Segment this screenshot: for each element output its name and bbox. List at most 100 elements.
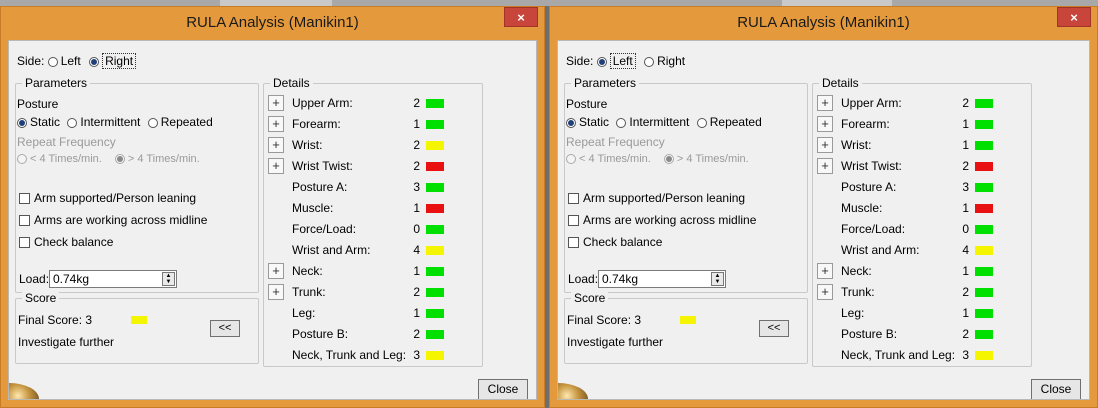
expand-button[interactable]: + [817, 158, 833, 174]
freq-high-label: > 4 Times/min. [676, 153, 749, 165]
checkbox-icon [19, 237, 30, 248]
detail-value: 3 [413, 348, 420, 362]
detail-value: 1 [413, 117, 420, 131]
score-legend: Score [571, 291, 609, 305]
detail-label: Leg: [841, 306, 865, 320]
detail-label: Neck: [841, 264, 872, 278]
arm-supported-checkbox[interactable]: Arm supported/Person leaning [19, 191, 196, 205]
dialog-title: RULA Analysis (Manikin1) [186, 14, 359, 31]
repeat-frequency-options: < 4 Times/min. > 4 Times/min. [566, 153, 749, 165]
parameters-legend: Parameters [22, 76, 91, 90]
close-button[interactable]: Close [1031, 379, 1081, 399]
detail-label: Wrist Twist: [292, 159, 353, 173]
spin-down-icon: ▼ [714, 279, 721, 285]
check-balance-checkbox[interactable]: Check balance [568, 235, 662, 249]
checkbox-icon [568, 237, 579, 248]
side-left-radio[interactable]: Left [47, 54, 81, 68]
freq-high-radio[interactable]: > 4 Times/min. [663, 153, 749, 165]
check-balance-label: Check balance [34, 235, 114, 249]
arms-midline-label: Arms are working across midline [34, 213, 208, 227]
detail-label: Wrist: [292, 138, 323, 152]
collapse-details-button[interactable]: << [759, 320, 789, 337]
score-message: Investigate further [18, 335, 115, 349]
detail-value: 1 [962, 138, 969, 152]
detail-value: 1 [413, 264, 420, 278]
detail-value: 0 [962, 222, 969, 236]
freq-low-radio[interactable]: < 4 Times/min. [17, 153, 102, 165]
static-radio[interactable]: Static [17, 115, 60, 129]
window-close-button[interactable]: × [1057, 7, 1091, 27]
load-spinner[interactable]: ▲ ▼ [162, 272, 175, 286]
final-score-label: Final Score: 3 [18, 313, 93, 327]
intermittent-label: Intermittent [629, 115, 690, 129]
intermittent-radio[interactable]: Intermittent [616, 115, 689, 129]
detail-color-swatch [975, 141, 993, 150]
rula-analysis-dialog: RULA Analysis (Manikin1) × Side: Left Ri… [0, 6, 545, 408]
collapse-details-button[interactable]: << [210, 320, 240, 337]
load-spinner[interactable]: ▲ ▼ [711, 272, 724, 286]
repeat-frequency-label: Repeat Frequency [17, 135, 116, 149]
load-value: 0.74kg [602, 272, 639, 286]
detail-color-swatch [426, 99, 444, 108]
detail-color-swatch [426, 351, 444, 360]
static-label: Static [30, 115, 61, 129]
dialog-title: RULA Analysis (Manikin1) [737, 14, 910, 31]
expand-button[interactable]: + [268, 95, 284, 111]
detail-color-swatch [426, 225, 444, 234]
background-window-edge [782, 0, 892, 6]
static-radio[interactable]: Static [566, 115, 609, 129]
parameters-group: Parameters Posture Static Intermittent R… [564, 76, 808, 293]
arms-midline-checkbox[interactable]: Arms are working across midline [568, 213, 756, 227]
intermittent-label: Intermittent [80, 115, 141, 129]
side-right-label: Right [657, 54, 686, 68]
static-label: Static [579, 115, 610, 129]
expand-button[interactable]: + [817, 95, 833, 111]
freq-high-radio[interactable]: > 4 Times/min. [114, 153, 200, 165]
check-balance-checkbox[interactable]: Check balance [19, 235, 113, 249]
load-label: Load: [19, 272, 50, 286]
expand-button[interactable]: + [268, 263, 284, 279]
expand-button[interactable]: + [817, 116, 833, 132]
close-button[interactable]: Close [478, 379, 528, 399]
arms-midline-checkbox[interactable]: Arms are working across midline [19, 213, 207, 227]
repeated-radio[interactable]: Repeated [696, 115, 762, 129]
arm-supported-checkbox[interactable]: Arm supported/Person leaning [568, 191, 745, 205]
detail-color-swatch [426, 183, 444, 192]
detail-value: 1 [962, 117, 969, 131]
repeated-radio[interactable]: Repeated [147, 115, 213, 129]
load-input[interactable]: 0.74kg ▲ ▼ [49, 270, 177, 288]
detail-value: 2 [413, 96, 420, 110]
checkbox-icon [568, 215, 579, 226]
window-close-button[interactable]: × [504, 7, 538, 27]
detail-value: 2 [413, 285, 420, 299]
load-input[interactable]: 0.74kg ▲ ▼ [598, 270, 726, 288]
radio-icon [566, 118, 576, 128]
side-selector: Side: Left Right [566, 53, 685, 69]
expand-button[interactable]: + [268, 284, 284, 300]
expand-button[interactable]: + [817, 284, 833, 300]
side-left-radio[interactable]: Left [596, 53, 636, 69]
detail-color-swatch [975, 246, 993, 255]
expand-button[interactable]: + [268, 137, 284, 153]
expand-button[interactable]: + [817, 263, 833, 279]
repeat-frequency-options: < 4 Times/min. > 4 Times/min. [17, 153, 200, 165]
details-legend: Details [819, 76, 862, 90]
detail-label: Posture B: [841, 327, 898, 341]
detail-label: Wrist and Arm: [841, 243, 920, 257]
detail-color-swatch [975, 351, 993, 360]
expand-button[interactable]: + [268, 158, 284, 174]
side-right-radio[interactable]: Right [644, 54, 685, 68]
side-label: Side: [17, 54, 45, 68]
freq-low-radio[interactable]: < 4 Times/min. [566, 153, 651, 165]
side-right-radio[interactable]: Right [89, 53, 137, 69]
intermittent-radio[interactable]: Intermittent [67, 115, 140, 129]
expand-button[interactable]: + [268, 116, 284, 132]
detail-color-swatch [975, 120, 993, 129]
detail-color-swatch [426, 162, 444, 171]
detail-value: 2 [962, 96, 969, 110]
expand-button[interactable]: + [817, 137, 833, 153]
details-legend: Details [270, 76, 313, 90]
detail-label: Neck: [292, 264, 323, 278]
detail-value: 2 [413, 159, 420, 173]
freq-high-label: > 4 Times/min. [127, 153, 200, 165]
